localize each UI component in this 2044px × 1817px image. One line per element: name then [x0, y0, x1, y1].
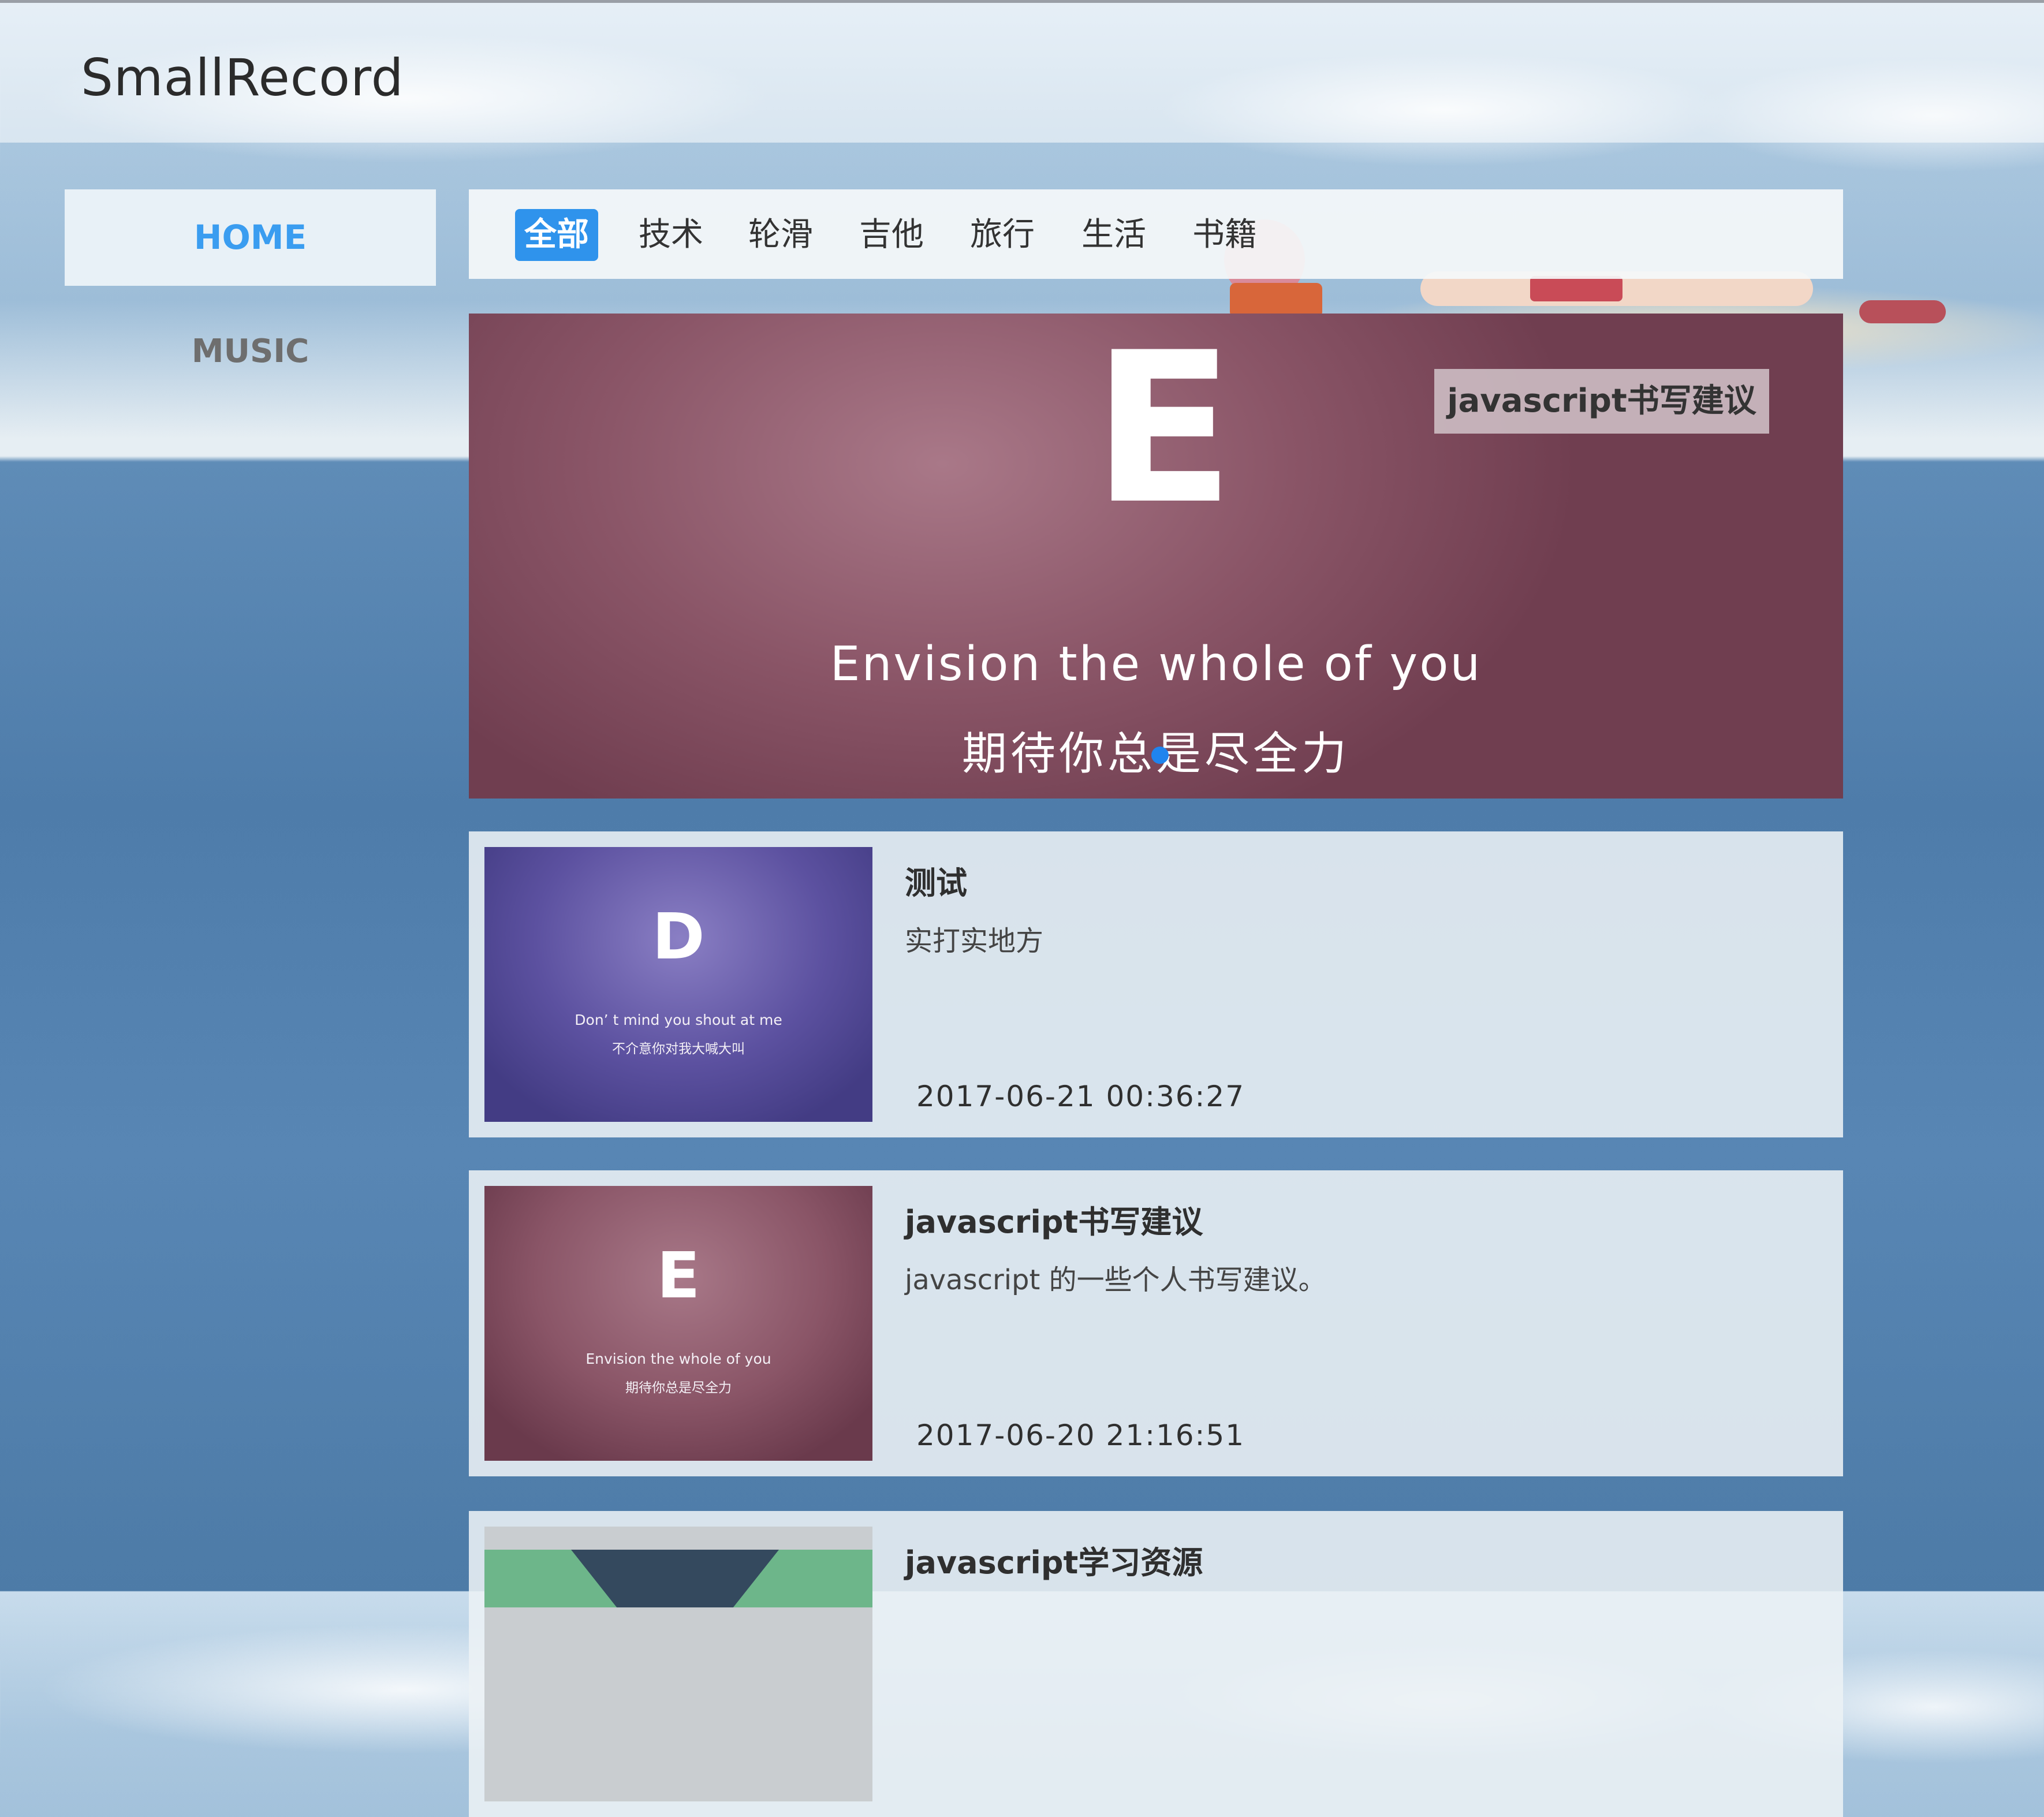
- sidebar-item-music[interactable]: MUSIC: [65, 303, 436, 400]
- banner-caption-english: Envision the whole of you: [830, 637, 1482, 692]
- post-title[interactable]: javascript学习资源: [905, 1537, 1203, 1583]
- banner-letter: E: [1092, 314, 1234, 550]
- tab-life[interactable]: 生活: [1072, 209, 1155, 261]
- tab-rollerskating[interactable]: 轮滑: [739, 209, 822, 261]
- category-tab-bar: 全部 技术 轮滑 吉他 旅行 生活 书籍: [469, 189, 1843, 279]
- banner-post-title[interactable]: javascript书写建议: [1434, 369, 1769, 434]
- post-date: 2017-06-21 00:36:27: [916, 1080, 1245, 1113]
- thumbnail-caption-english: Don’ t mind you shout at me: [575, 1012, 782, 1028]
- thumbnail-letter: E: [657, 1238, 700, 1312]
- post-title[interactable]: javascript书写建议: [905, 1196, 1203, 1242]
- thumbnail-letter: D: [652, 900, 705, 973]
- carousel-indicator-dot[interactable]: [1151, 747, 1169, 764]
- tab-guitar[interactable]: 吉他: [850, 209, 933, 261]
- post-card[interactable]: E Envision the whole of you 期待你总是尽全力 jav…: [469, 1170, 1843, 1476]
- post-date: 2017-06-20 21:16:51: [916, 1419, 1245, 1452]
- site-header: SmallRecord: [0, 3, 2044, 143]
- post-summary: 实打实地方: [905, 925, 1044, 957]
- thumbnail-caption-chinese: 不介意你对我大喊大叫: [612, 1042, 745, 1057]
- tab-all[interactable]: 全部: [515, 209, 598, 261]
- site-title[interactable]: SmallRecord: [81, 48, 404, 107]
- thumbnail-caption-english: Envision the whole of you: [585, 1350, 771, 1367]
- background-shoes: [1859, 300, 1946, 323]
- post-title[interactable]: 测试: [905, 857, 967, 903]
- tab-travel[interactable]: 旅行: [961, 209, 1044, 261]
- post-card[interactable]: javascript学习资源: [469, 1511, 1843, 1817]
- post-thumbnail[interactable]: [484, 1527, 872, 1801]
- featured-banner[interactable]: E Envision the whole of you 期待你总是尽全力 jav…: [469, 314, 1843, 799]
- thumbnail-caption-chinese: 期待你总是尽全力: [625, 1381, 732, 1396]
- sidebar-item-home[interactable]: HOME: [65, 189, 436, 286]
- background-lying-figure-suit: [1530, 276, 1622, 301]
- background-figure-body: [1230, 283, 1322, 318]
- post-summary: javascript 的一些个人书写建议。: [905, 1264, 1326, 1296]
- post-thumbnail[interactable]: E Envision the whole of you 期待你总是尽全力: [484, 1186, 872, 1461]
- tab-books[interactable]: 书籍: [1183, 209, 1266, 261]
- tab-tech[interactable]: 技术: [629, 209, 713, 261]
- post-card[interactable]: D Don’ t mind you shout at me 不介意你对我大喊大叫…: [469, 831, 1843, 1137]
- post-thumbnail[interactable]: D Don’ t mind you shout at me 不介意你对我大喊大叫: [484, 847, 872, 1122]
